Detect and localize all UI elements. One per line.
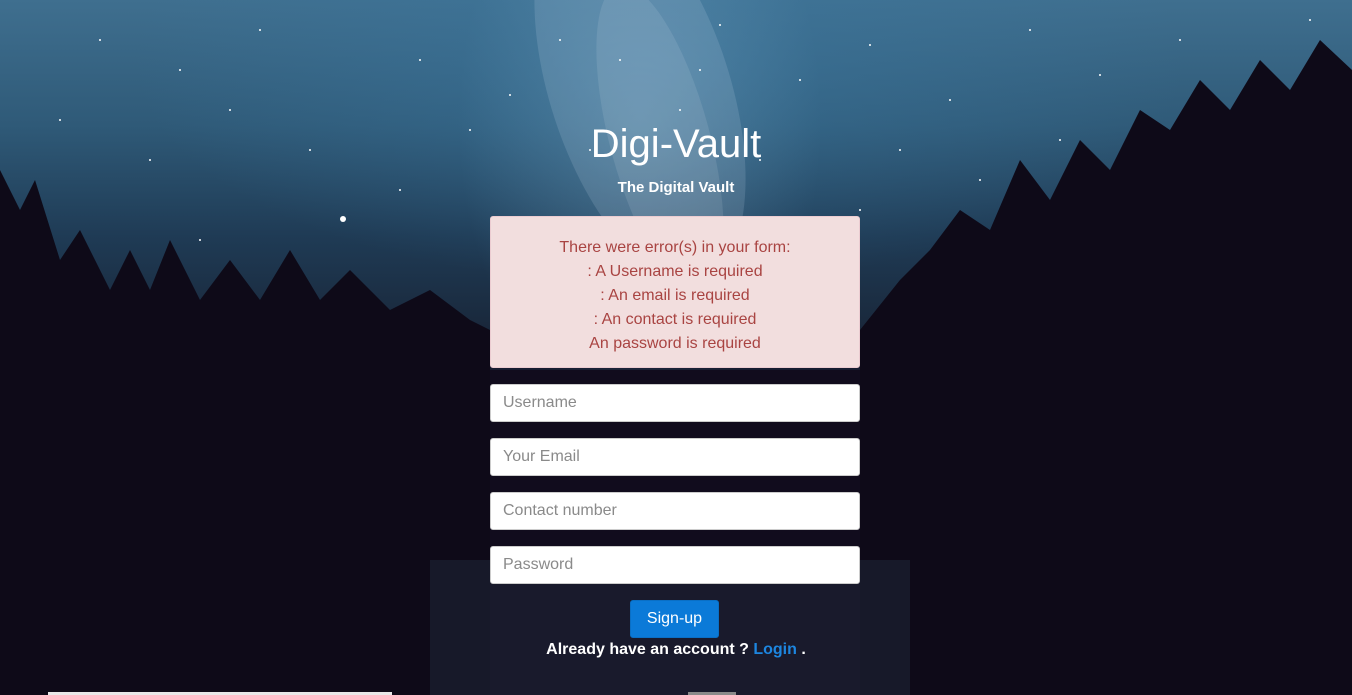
error-password-required: An password is required bbox=[589, 335, 761, 352]
contact-number-input[interactable] bbox=[490, 492, 860, 530]
login-prompt-text: Already have an account ? bbox=[546, 641, 749, 658]
error-username-required: : A Username is required bbox=[587, 263, 763, 280]
error-heading: There were error(s) in your form: bbox=[559, 239, 791, 256]
error-alert: There were error(s) in your form: : A Us… bbox=[490, 216, 860, 368]
login-link[interactable]: Login bbox=[753, 641, 797, 658]
email-input[interactable] bbox=[490, 438, 860, 476]
password-input[interactable] bbox=[490, 546, 860, 584]
login-prompt-suffix: . bbox=[801, 641, 806, 658]
error-contact-required: : An contact is required bbox=[593, 311, 757, 328]
error-email-required: : An email is required bbox=[600, 287, 750, 304]
app-subtitle: The Digital Vault bbox=[617, 179, 735, 196]
signup-button[interactable]: Sign-up bbox=[630, 600, 719, 638]
app-title: Digi-Vault bbox=[590, 122, 762, 166]
signup-page: Digi-Vault The Digital Vault There were … bbox=[0, 0, 1352, 695]
username-input[interactable] bbox=[490, 384, 860, 422]
login-prompt: Already have an account ? Login . bbox=[0, 641, 1352, 659]
